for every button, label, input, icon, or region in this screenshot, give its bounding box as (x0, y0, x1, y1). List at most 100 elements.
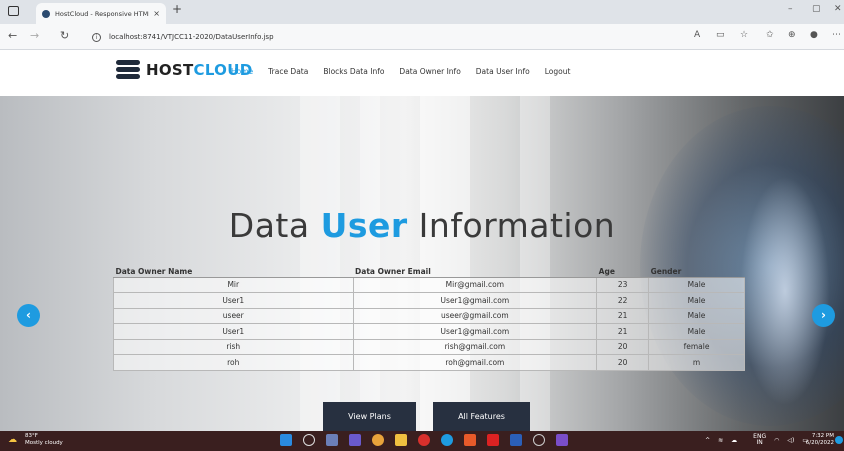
weather-cloud-icon: ☁ (8, 435, 17, 445)
weather-text: Mostly cloudy (25, 440, 63, 446)
profile-icon[interactable]: ● (810, 30, 818, 40)
table-row: useer useer@gmail.com 21 Male (113, 307, 745, 324)
refresh-icon[interactable]: ↻ (60, 29, 69, 42)
cell-age: 22 (596, 292, 650, 309)
temperature-text: 83°F (25, 433, 38, 439)
cell-email: User1@gmail.com (352, 323, 598, 340)
vs-icon[interactable] (556, 434, 568, 446)
cell-gender: Male (648, 307, 745, 324)
main-nav: Home Trace Data Blocks Data Info Data Ow… (231, 67, 585, 76)
table-header-row: Data Owner Name Data Owner Email Age Gen… (113, 266, 745, 278)
cell-name: roh (113, 354, 354, 371)
table-row: rish rish@gmail.com 20 female (113, 338, 745, 355)
col-header-email: Data Owner Email (353, 266, 597, 278)
maximize-button[interactable]: ▢ (812, 4, 821, 14)
cell-gender: Male (648, 276, 745, 293)
favorites-icon[interactable]: ✩ (766, 30, 774, 40)
favorite-add-icon[interactable]: ☆ (740, 30, 748, 40)
wifi-icon[interactable]: ◠ (774, 437, 779, 444)
nav-data-owner-info[interactable]: Data Owner Info (399, 67, 460, 76)
system-tray: ^ ≋ ☁ ENG IN ◠ ◁) ▭ (697, 434, 808, 446)
cell-email: roh@gmail.com (352, 354, 598, 371)
url-field[interactable]: i localhost:8741/VTJCC11-2020/DataUserIn… (92, 29, 712, 45)
acrobat-icon[interactable] (487, 434, 499, 446)
close-window-button[interactable]: ✕ (834, 4, 842, 14)
forward-icon[interactable]: → (30, 29, 39, 42)
start-icon[interactable] (280, 434, 292, 446)
volume-icon[interactable]: ◁) (787, 437, 794, 444)
chevron-up-icon[interactable]: ^ (705, 437, 710, 444)
address-bar-row: ← → ↻ i localhost:8741/VTJCC11-2020/Data… (0, 24, 844, 50)
data-user-table: Data Owner Name Data Owner Email Age Gen… (113, 266, 745, 371)
table-row: roh roh@gmail.com 20 m (113, 354, 745, 371)
cell-gender: female (648, 338, 745, 355)
taskbar-apps (280, 434, 579, 446)
minimize-button[interactable]: – (788, 4, 793, 14)
app-icon[interactable] (464, 434, 476, 446)
cell-email: rish@gmail.com (352, 338, 598, 355)
table-row: User1 User1@gmail.com 22 Male (113, 292, 745, 309)
cell-email: Mir@gmail.com (352, 276, 598, 293)
cell-email: User1@gmail.com (352, 292, 598, 309)
col-header-name: Data Owner Name (113, 266, 354, 278)
cell-name: Mir (113, 276, 354, 293)
view-plans-button[interactable]: View Plans (323, 402, 416, 431)
nav-data-user-info[interactable]: Data User Info (476, 67, 530, 76)
site-header: HOSTCLOUD Home Trace Data Blocks Data In… (0, 50, 844, 96)
cell-gender: Male (648, 292, 745, 309)
immersive-reader-icon[interactable]: ▭ (716, 30, 725, 40)
table-row: User1 User1@gmail.com 21 Male (113, 323, 745, 340)
carousel-next-button[interactable]: › (812, 304, 835, 327)
cell-name: User1 (113, 292, 354, 309)
cell-age: 23 (596, 276, 650, 293)
cell-age: 21 (596, 323, 650, 340)
cell-name: useer (113, 307, 354, 324)
back-icon[interactable]: ← (8, 29, 17, 42)
cell-age: 20 (596, 338, 650, 355)
cloud-sync-icon[interactable]: ☁ (731, 437, 737, 444)
page-title: Data User Information (228, 206, 616, 245)
taskbar: ☁ 83°F Mostly cloudy ^ ≋ ☁ ENG IN ◠ ◁) ▭ … (0, 431, 844, 451)
nav-trace-data[interactable]: Trace Data (268, 67, 308, 76)
more-options-icon[interactable]: ⋯ (832, 30, 841, 40)
browser-tab[interactable]: HostCloud - Responsive HTML5 × (36, 3, 166, 24)
cell-gender: m (648, 354, 745, 371)
network-icon[interactable]: ≋ (718, 437, 723, 444)
logo-server-icon (116, 60, 140, 80)
table-row: Mir Mir@gmail.com 23 Male (113, 276, 745, 293)
all-features-button[interactable]: All Features (433, 402, 530, 431)
cell-age: 21 (596, 307, 650, 324)
file-explorer-icon[interactable] (395, 434, 407, 446)
chrome-icon[interactable] (372, 434, 384, 446)
nav-logout[interactable]: Logout (545, 67, 571, 76)
carousel-prev-button[interactable]: ‹ (17, 304, 40, 327)
search-icon[interactable] (303, 434, 315, 446)
cell-name: rish (113, 338, 354, 355)
nav-home[interactable]: Home (231, 67, 253, 76)
edge-icon[interactable] (441, 434, 453, 446)
browser-tab-bar: HostCloud - Responsive HTML5 × + – ▢ ✕ (0, 0, 844, 24)
chat-icon[interactable] (349, 434, 361, 446)
col-header-age: Age (596, 266, 649, 278)
task-view-icon[interactable] (326, 434, 338, 446)
cell-gender: Male (648, 323, 745, 340)
opera-icon[interactable] (418, 434, 430, 446)
cell-email: useer@gmail.com (352, 307, 598, 324)
new-tab-button[interactable]: + (172, 2, 182, 16)
cell-age: 20 (596, 354, 650, 371)
settings-icon[interactable] (533, 434, 545, 446)
clock[interactable]: 7:32 PM 6/20/2022 (806, 433, 834, 447)
tab-close-icon[interactable]: × (153, 9, 160, 18)
weather-widget[interactable]: ☁ 83°F Mostly cloudy (8, 433, 63, 447)
collections-icon[interactable]: ⊕ (788, 30, 796, 40)
nav-blocks-data-info[interactable]: Blocks Data Info (323, 67, 384, 76)
read-aloud-icon[interactable]: A (694, 30, 700, 40)
url-text: localhost:8741/VTJCC11-2020/DataUserInfo… (109, 33, 274, 41)
hero-section: Data User Information Data Owner Name Da… (0, 96, 844, 431)
word-icon[interactable] (510, 434, 522, 446)
window-menu-icon[interactable] (8, 6, 19, 16)
language-indicator[interactable]: ENG IN (745, 434, 766, 446)
site-info-icon[interactable]: i (92, 32, 101, 42)
notification-icon[interactable] (835, 436, 843, 444)
cell-name: User1 (113, 323, 354, 340)
